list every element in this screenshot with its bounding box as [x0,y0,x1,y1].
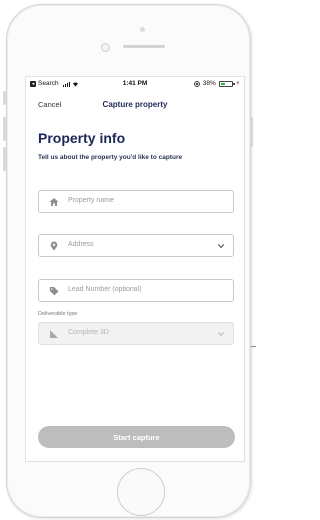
status-bar: ◂ Search 1:41 PM 38% ⚡ [26,77,244,91]
front-camera [101,43,110,52]
house-icon [49,198,59,206]
lead-number-input[interactable]: Lead Number (optional) [38,279,234,302]
volume-up-button [3,117,6,141]
address-select[interactable]: Address [38,234,234,257]
pointer-line [251,346,256,347]
volume-down-button [3,147,6,171]
mute-switch [3,91,6,105]
speaker-grille [123,45,165,48]
page-title: Property info [38,130,126,146]
orientation-lock-icon [193,81,200,87]
page-subtitle: Tell us about the property you'd like to… [38,154,183,161]
camera-dot [140,27,145,32]
deliverable-type-value: Complete 3D [68,329,109,336]
property-name-input[interactable]: Property name [38,190,234,213]
nav-title: Capture property [102,100,168,109]
app-screen: ◂ Search 1:41 PM 38% ⚡ Cancel Capture pr… [25,76,245,462]
battery-icon [218,81,235,87]
deliverable-type-select[interactable]: Complete 3D [38,322,234,345]
deliverable-type-label: Deliverable type [38,311,78,317]
battery-percent: 38% [202,80,216,87]
charging-icon: ⚡ [235,81,240,87]
address-placeholder: Address [68,241,94,248]
chevron-down-icon [217,244,225,249]
ruler-icon [50,330,58,338]
status-right: 38% ⚡ [193,77,240,91]
power-button [250,117,253,147]
chevron-down-icon [217,332,225,337]
property-name-placeholder: Property name [68,197,114,204]
map-pin-icon [50,241,58,251]
home-button[interactable] [117,468,165,516]
tag-icon [49,287,59,296]
start-capture-button[interactable]: Start capture [38,426,235,448]
nav-bar: Cancel Capture property [26,97,244,113]
lead-number-placeholder: Lead Number (optional) [68,286,142,293]
